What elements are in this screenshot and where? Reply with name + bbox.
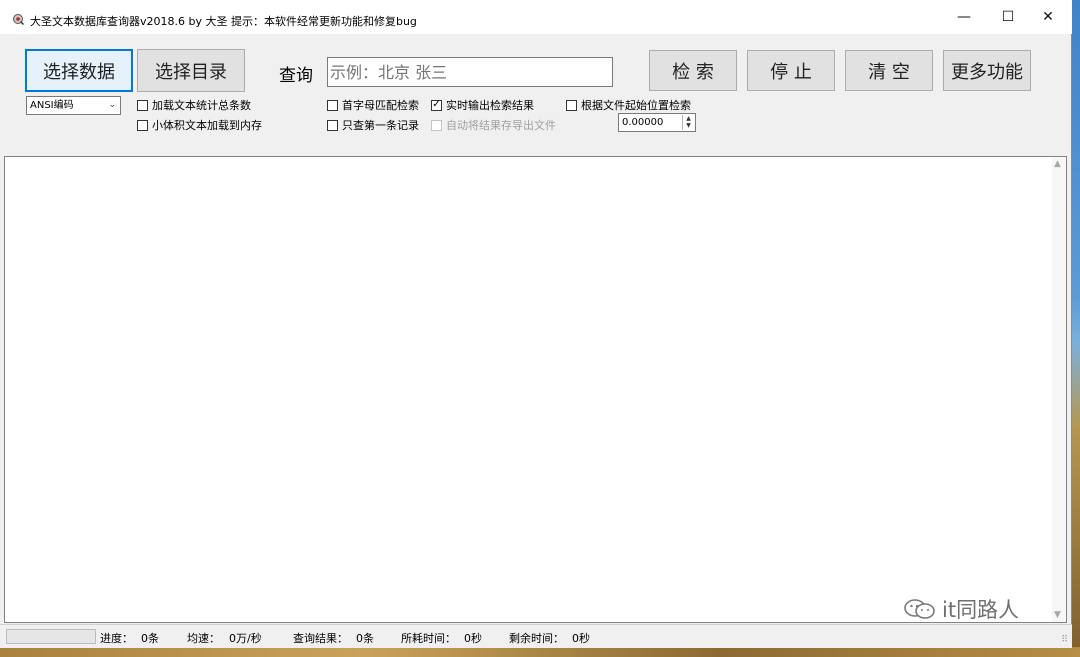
start-position-checkbox[interactable]: 根据文件起始位置检索 — [566, 97, 691, 113]
checkbox-box[interactable] — [327, 119, 338, 131]
close-button[interactable]: ✕ — [1026, 0, 1070, 34]
window-title: 大圣文本数据库查询器v2018.6 by 大圣 提示：本软件经常更新功能和修复b… — [30, 15, 417, 28]
result-label: 查询结果： — [293, 632, 348, 645]
small-to-memory-label: 小体积文本加载到内存 — [152, 119, 262, 132]
remaining-label: 剩余时间： — [509, 632, 564, 645]
remaining-value: 0秒 — [572, 632, 590, 645]
small-to-memory-checkbox[interactable]: 小体积文本加载到内存 — [137, 117, 262, 133]
auto-export-checkbox: 自动将结果存导出文件 — [431, 117, 556, 133]
stepper-up-icon[interactable]: ▲ — [683, 115, 694, 122]
checkbox-box[interactable] — [137, 99, 148, 111]
desktop-background — [1072, 0, 1080, 657]
query-input[interactable] — [327, 57, 613, 87]
title-bar[interactable]: 大圣文本数据库查询器v2018.6 by 大圣 提示：本软件经常更新功能和修复b… — [0, 0, 1072, 34]
start-position-label: 根据文件起始位置检索 — [581, 99, 691, 112]
chevron-down-icon: ⌄ — [108, 100, 116, 110]
elapsed-label: 所耗时间： — [401, 632, 456, 645]
stop-button[interactable]: 停 止 — [747, 50, 835, 91]
stepper-down-icon[interactable]: ▼ — [683, 122, 694, 129]
results-output-area[interactable]: ▲ ▼ it同路人 — [4, 156, 1067, 623]
realtime-output-label: 实时输出检索结果 — [446, 99, 534, 112]
scroll-down-icon[interactable]: ▼ — [1054, 610, 1061, 620]
app-window: 大圣文本数据库查询器v2018.6 by 大圣 提示：本软件经常更新功能和修复b… — [0, 0, 1072, 648]
scroll-up-icon[interactable]: ▲ — [1054, 159, 1061, 169]
query-label: 查询 — [279, 66, 313, 86]
load-count-label: 加载文本统计总条数 — [152, 99, 251, 112]
desktop-background-bottom — [0, 647, 1080, 657]
checkbox-box — [431, 119, 442, 131]
select-data-button[interactable]: 选择数据 — [25, 49, 133, 92]
maximize-button[interactable]: ☐ — [986, 0, 1030, 34]
checkbox-box[interactable]: ✓ — [431, 99, 442, 111]
watermark: it同路人 — [902, 594, 1019, 624]
start-position-value: 0.00000 — [622, 117, 664, 128]
stepper-arrows[interactable]: ▲ ▼ — [682, 115, 694, 130]
elapsed-value: 0秒 — [464, 632, 482, 645]
status-bar: 进度： 0条 均速： 0万/秒 查询结果： 0条 所耗时间： 0秒 剩余时间： … — [0, 624, 1072, 648]
initial-match-checkbox[interactable]: 首字母匹配检索 — [327, 97, 419, 113]
checkbox-box[interactable] — [137, 119, 148, 131]
first-only-checkbox[interactable]: 只查第一条记录 — [327, 117, 419, 133]
result-value: 0条 — [356, 632, 374, 645]
progress-value: 0条 — [141, 632, 159, 645]
select-directory-button[interactable]: 选择目录 — [137, 49, 245, 92]
watermark-text: it同路人 — [942, 598, 1020, 622]
first-only-label: 只查第一条记录 — [342, 119, 419, 132]
wechat-icon — [904, 599, 935, 619]
more-functions-button[interactable]: 更多功能 — [943, 50, 1031, 91]
load-count-checkbox[interactable]: 加载文本统计总条数 — [137, 97, 251, 113]
app-icon — [13, 14, 24, 25]
speed-label: 均速： — [187, 632, 220, 645]
progress-bar — [6, 629, 96, 644]
resize-grip-icon[interactable]: ⠿ — [1061, 635, 1068, 645]
speed-value: 0万/秒 — [229, 632, 262, 645]
encoding-select[interactable]: ANSI编码 ⌄ — [26, 96, 121, 115]
clear-button[interactable]: 清 空 — [845, 50, 933, 91]
progress-label: 进度： — [100, 632, 133, 645]
start-position-stepper[interactable]: 0.00000 ▲ ▼ — [618, 113, 696, 132]
auto-export-label: 自动将结果存导出文件 — [446, 119, 556, 132]
checkbox-box[interactable] — [327, 99, 338, 111]
initial-match-label: 首字母匹配检索 — [342, 99, 419, 112]
vertical-scrollbar[interactable]: ▲ ▼ — [1052, 157, 1066, 622]
search-button[interactable]: 检 索 — [649, 50, 737, 91]
checkbox-box[interactable] — [566, 99, 577, 111]
minimize-button[interactable]: — — [942, 0, 986, 34]
encoding-value: ANSI编码 — [30, 100, 74, 111]
realtime-output-checkbox[interactable]: ✓ 实时输出检索结果 — [431, 97, 534, 113]
